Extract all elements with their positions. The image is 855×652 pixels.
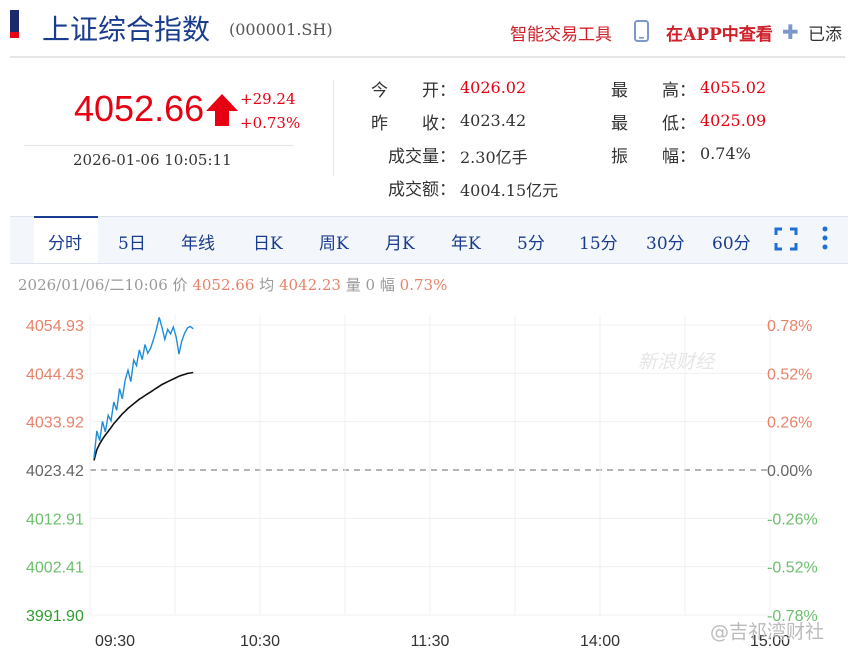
chart-period-tabs: 分时 5日 年线 日K 周K 月K 年K 5分 15分 30分 60分 xyxy=(10,216,848,264)
volume-label: 成交量： xyxy=(388,147,456,167)
volume-value: 2.30亿手 xyxy=(460,148,528,167)
tab-yearly-k[interactable]: 年K xyxy=(451,229,481,254)
y-left-tick-label: 4044.43 xyxy=(26,366,84,383)
y-right-tick-label: 0.78% xyxy=(767,318,812,335)
info-amp: 0.73% xyxy=(399,276,448,294)
tab-5min[interactable]: 5分 xyxy=(517,229,545,254)
added-watchlist-button[interactable]: 已添 xyxy=(808,20,842,45)
quote-divider xyxy=(24,145,294,146)
prev-close-label: 昨 收： xyxy=(371,114,456,134)
high-value: 4055.02 xyxy=(700,78,767,97)
tab-5day[interactable]: 5日 xyxy=(118,229,146,254)
smart-trade-link[interactable]: 智能交易工具 xyxy=(510,20,612,45)
info-avg-label: 均 xyxy=(259,276,275,294)
tab-monthly-k[interactable]: 月K xyxy=(385,229,415,254)
tab-weekly-k[interactable]: 周K xyxy=(319,229,349,254)
header-divider xyxy=(10,56,845,58)
quote-separator xyxy=(333,80,334,176)
fullscreen-icon[interactable] xyxy=(774,227,798,251)
brand-bar xyxy=(10,10,19,38)
info-price-label: 价 xyxy=(172,276,188,294)
tab-daily-k[interactable]: 日K xyxy=(253,229,283,254)
amplitude-value: 0.74% xyxy=(700,144,751,163)
x-tick-label: 09:30 xyxy=(95,633,135,650)
price-line xyxy=(93,317,194,459)
y-left-tick-label: 4023.42 xyxy=(26,463,84,480)
y-right-tick-label: -0.26% xyxy=(767,511,818,528)
info-amp-label: 幅 xyxy=(379,276,395,294)
prev-close-value: 4023.42 xyxy=(460,111,527,130)
tab-60min[interactable]: 60分 xyxy=(712,229,751,254)
page-title: 上证综合指数 xyxy=(42,13,211,46)
x-tick-label: 10:30 xyxy=(240,633,280,650)
turnover-value: 4004.15亿元 xyxy=(460,181,559,200)
phone-icon[interactable] xyxy=(634,20,649,42)
arrow-up-icon xyxy=(206,94,238,126)
high-label: 最 高： xyxy=(611,81,696,101)
more-vertical-icon[interactable] xyxy=(822,225,828,253)
info-datetime: 2026/01/06/二10:06 xyxy=(18,276,168,294)
open-value: 4026.02 xyxy=(460,78,527,97)
y-left-tick-label: 4002.41 xyxy=(26,560,84,577)
weibo-watermark: @吉祁湾财社 xyxy=(710,621,824,643)
y-right-tick-label: 0.52% xyxy=(767,366,812,383)
y-right-tick-label: 0.26% xyxy=(767,415,812,432)
tab-intraday[interactable]: 分时 xyxy=(48,229,82,254)
y-left-tick-label: 4033.92 xyxy=(26,415,84,432)
open-label: 今 开： xyxy=(371,81,456,101)
y-left-tick-label: 4054.93 xyxy=(26,318,84,335)
intraday-chart[interactable]: 4054.93 0.78% 4044.43 0.52% 4033.92 0.26% 4023… xyxy=(0,300,855,652)
x-tick-label: 14:00 xyxy=(580,633,620,650)
y-left-tick-label: 3991.90 xyxy=(26,608,84,625)
y-right-tick-label: 0.00% xyxy=(767,463,812,480)
info-avg: 4042.23 xyxy=(278,276,341,294)
quote-timestamp: 2026-01-06 10:05:11 xyxy=(73,151,232,169)
y-left-tick-label: 4012.91 xyxy=(26,511,84,528)
tab-30min[interactable]: 30分 xyxy=(646,229,685,254)
info-vol-label: 量 xyxy=(345,276,361,294)
change-percent: +0.73% xyxy=(240,114,301,132)
chart-x-labels: 09:30 10:30 11:30 14:00 15:00 xyxy=(95,633,790,650)
y-right-tick-label: -0.52% xyxy=(767,560,818,577)
index-code: (000001.SH) xyxy=(229,20,333,39)
current-price: 4052.66 xyxy=(74,88,205,129)
crosshair-info: 2026/01/06/二10:06 价 4052.66 均 4042.23 量 … xyxy=(18,274,447,295)
info-vol: 0 xyxy=(365,276,376,294)
low-label: 最 低： xyxy=(611,114,696,134)
plus-icon[interactable]: ✚ xyxy=(782,22,799,42)
tab-year-line[interactable]: 年线 xyxy=(181,229,215,254)
low-value: 4025.09 xyxy=(700,111,767,130)
x-tick-label: 11:30 xyxy=(411,633,450,650)
change-absolute: +29.24 xyxy=(240,90,296,108)
sina-finance-watermark: 新浪财经 xyxy=(638,351,716,373)
amplitude-label: 振 幅： xyxy=(611,147,696,167)
info-price: 4052.66 xyxy=(192,276,255,294)
tab-15min[interactable]: 15分 xyxy=(579,229,618,254)
view-in-app-link[interactable]: 在APP中查看 xyxy=(666,20,773,45)
turnover-label: 成交额： xyxy=(388,180,456,200)
